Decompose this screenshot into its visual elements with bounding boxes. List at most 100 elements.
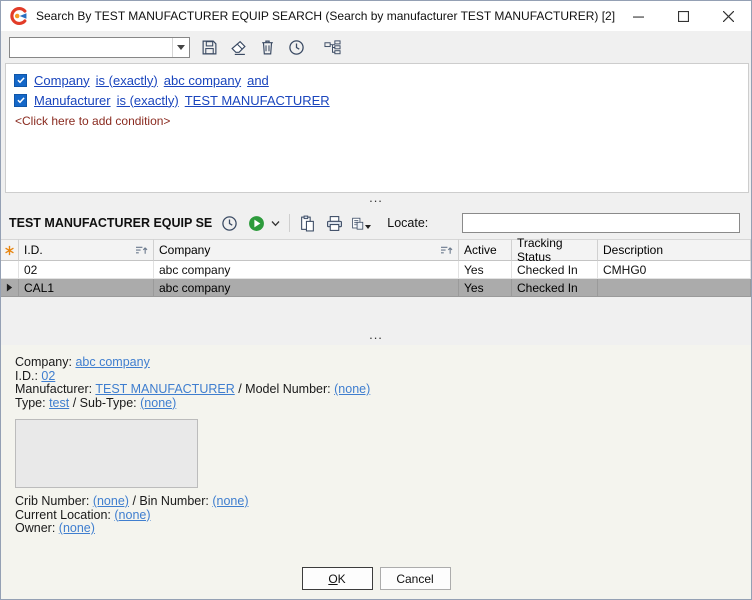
minimize-button[interactable] bbox=[616, 1, 661, 31]
cancel-button[interactable]: Cancel bbox=[380, 567, 451, 590]
owner-link[interactable]: (none) bbox=[59, 521, 95, 535]
type-link[interactable]: test bbox=[49, 396, 69, 410]
company-label: Company: bbox=[15, 355, 72, 369]
type-label: Type: bbox=[15, 396, 46, 410]
condition-builder-panel: Company is (exactly) abc company and Man… bbox=[5, 63, 749, 193]
app-logo-icon bbox=[10, 7, 28, 25]
cell-tracking[interactable]: Checked In bbox=[512, 279, 598, 297]
row-indicator-cell bbox=[1, 261, 19, 279]
run-options-chevron-icon[interactable] bbox=[269, 213, 281, 233]
combobox-dropdown-icon[interactable] bbox=[172, 38, 189, 57]
results-title: TEST MANUFACTURER EQUIP SE bbox=[9, 216, 212, 230]
condition-checkbox[interactable] bbox=[14, 74, 27, 87]
model-number-link[interactable]: (none) bbox=[334, 382, 370, 396]
manufacturer-label: Manufacturer: bbox=[15, 382, 92, 396]
sort-icon[interactable] bbox=[440, 245, 453, 256]
export-dropdown-icon[interactable] bbox=[365, 225, 371, 229]
maximize-button[interactable] bbox=[661, 1, 706, 31]
condition-operator-link[interactable]: is (exactly) bbox=[117, 93, 179, 108]
history-clock-icon[interactable] bbox=[219, 213, 239, 233]
crib-number-link[interactable]: (none) bbox=[93, 494, 129, 508]
condition-row: Manufacturer is (exactly) TEST MANUFACTU… bbox=[14, 90, 740, 110]
detail-crib-line: Crib Number: (none) / Bin Number: (none) bbox=[15, 495, 741, 509]
manufacturer-link[interactable]: TEST MANUFACTURER bbox=[95, 382, 234, 396]
subtype-label: / Sub-Type: bbox=[73, 396, 137, 410]
ok-button[interactable]: OK bbox=[302, 567, 373, 590]
locate-label: Locate: bbox=[387, 216, 428, 230]
column-header-active[interactable]: Active bbox=[459, 239, 512, 261]
owner-label: Owner: bbox=[15, 521, 55, 535]
condition-value-link[interactable]: TEST MANUFACTURER bbox=[185, 93, 330, 108]
item-image-placeholder bbox=[15, 419, 198, 488]
saved-search-combobox[interactable] bbox=[9, 37, 190, 58]
export-icon[interactable] bbox=[351, 213, 371, 233]
search-toolbar bbox=[1, 31, 751, 63]
id-link[interactable]: 02 bbox=[41, 369, 55, 383]
model-number-label: / Model Number: bbox=[238, 382, 330, 396]
column-header-id[interactable]: I.D. bbox=[19, 239, 154, 261]
detail-company-line: Company: abc company bbox=[15, 356, 741, 370]
table-row[interactable]: 02 abc company Yes Checked In CMHG0 bbox=[1, 261, 751, 279]
condition-row: Company is (exactly) abc company and bbox=[14, 70, 740, 90]
print-icon[interactable] bbox=[324, 213, 344, 233]
row-indicator-header bbox=[1, 239, 19, 261]
table-row-selected[interactable]: CAL1 abc company Yes Checked In bbox=[1, 279, 751, 297]
current-row-arrow-icon bbox=[6, 283, 13, 292]
detail-manufacturer-line: Manufacturer: TEST MANUFACTURER / Model … bbox=[15, 383, 741, 397]
row-indicator-cell bbox=[1, 279, 19, 297]
delete-trash-icon[interactable] bbox=[257, 37, 277, 57]
splitter-handle[interactable]: ... bbox=[1, 194, 751, 208]
column-header-company[interactable]: Company bbox=[154, 239, 459, 261]
splitter-handle[interactable]: ... bbox=[1, 331, 751, 345]
window-controls bbox=[616, 1, 751, 31]
detail-type-line: Type: test / Sub-Type: (none) bbox=[15, 397, 741, 411]
bin-number-link[interactable]: (none) bbox=[212, 494, 248, 508]
condition-field-link[interactable]: Manufacturer bbox=[34, 93, 111, 108]
cell-active[interactable]: Yes bbox=[459, 261, 512, 279]
detail-owner-line: Owner: (none) bbox=[15, 522, 741, 536]
condition-operator-link[interactable]: is (exactly) bbox=[96, 73, 158, 88]
condition-checkbox[interactable] bbox=[14, 94, 27, 107]
clear-eraser-icon[interactable] bbox=[228, 37, 248, 57]
results-header: TEST MANUFACTURER EQUIP SE bbox=[1, 209, 751, 237]
sort-icon[interactable] bbox=[135, 245, 148, 256]
window-title: Search By TEST MANUFACTURER EQUIP SEARCH… bbox=[36, 9, 615, 23]
run-search-play-icon[interactable] bbox=[246, 213, 266, 233]
cell-description[interactable]: CMHG0 bbox=[598, 261, 751, 279]
column-header-tracking-status[interactable]: Tracking Status bbox=[512, 239, 598, 261]
design-layout-icon[interactable] bbox=[322, 37, 342, 57]
cell-company[interactable]: abc company bbox=[154, 279, 459, 297]
dialog-footer: OK Cancel bbox=[1, 567, 751, 590]
cell-id[interactable]: 02 bbox=[19, 261, 154, 279]
condition-field-link[interactable]: Company bbox=[34, 73, 90, 88]
results-grid: I.D. Company Active Tracking Status Desc… bbox=[1, 239, 751, 297]
locate-input[interactable] bbox=[462, 213, 740, 233]
condition-conjunction-link[interactable]: and bbox=[247, 73, 269, 88]
grid-header-row: I.D. Company Active Tracking Status Desc… bbox=[1, 239, 751, 261]
crib-number-label: Crib Number: bbox=[15, 494, 89, 508]
history-clock-icon[interactable] bbox=[286, 37, 306, 57]
cell-active[interactable]: Yes bbox=[459, 279, 512, 297]
column-header-description[interactable]: Description bbox=[598, 239, 751, 261]
toolbar-separator bbox=[289, 214, 290, 232]
current-location-link[interactable]: (none) bbox=[114, 508, 150, 522]
paste-icon[interactable] bbox=[297, 213, 317, 233]
cell-description[interactable] bbox=[598, 279, 751, 297]
bin-number-label: / Bin Number: bbox=[132, 494, 208, 508]
saved-search-combobox-value bbox=[10, 38, 172, 57]
id-label: I.D.: bbox=[15, 369, 38, 383]
current-location-label: Current Location: bbox=[15, 508, 111, 522]
new-row-asterisk-icon bbox=[4, 245, 15, 256]
add-condition-link[interactable]: <Click here to add condition> bbox=[15, 114, 740, 128]
subtype-link[interactable]: (none) bbox=[140, 396, 176, 410]
cell-tracking[interactable]: Checked In bbox=[512, 261, 598, 279]
close-button[interactable] bbox=[706, 1, 751, 31]
detail-id-line: I.D.: 02 bbox=[15, 370, 741, 384]
item-detail-panel: Company: abc company I.D.: 02 Manufactur… bbox=[1, 345, 751, 600]
cell-id[interactable]: CAL1 bbox=[19, 279, 154, 297]
cell-company[interactable]: abc company bbox=[154, 261, 459, 279]
condition-value-link[interactable]: abc company bbox=[164, 73, 241, 88]
title-bar: Search By TEST MANUFACTURER EQUIP SEARCH… bbox=[1, 1, 751, 31]
save-icon[interactable] bbox=[199, 37, 219, 57]
company-link[interactable]: abc company bbox=[75, 355, 149, 369]
